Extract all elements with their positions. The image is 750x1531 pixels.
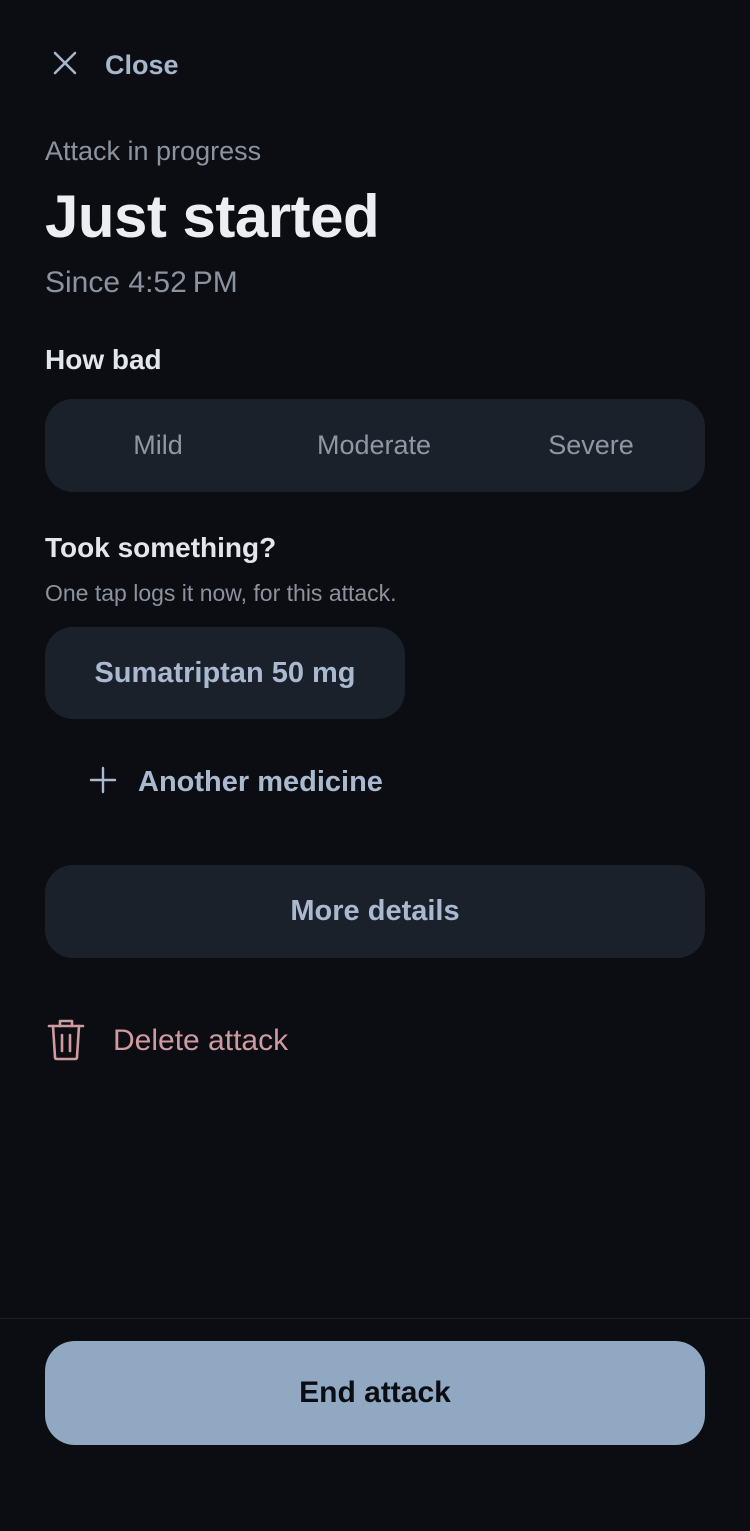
attack-screen: Close Attack in progress Just started Si… <box>0 0 750 1531</box>
close-button[interactable]: Close <box>45 40 179 90</box>
severity-selector: Mild Moderate Severe <box>45 399 705 492</box>
close-icon <box>45 43 85 88</box>
footer-divider <box>0 1318 750 1319</box>
more-details-button[interactable]: More details <box>45 865 705 958</box>
close-label: Close <box>105 49 179 80</box>
severity-option-severe[interactable]: Severe <box>477 430 705 461</box>
delete-attack-label: Delete attack <box>113 1024 289 1057</box>
page-title: Just started <box>45 183 380 250</box>
end-attack-button[interactable]: End attack <box>45 1341 705 1445</box>
severity-option-moderate[interactable]: Moderate <box>271 430 477 461</box>
medication-label: Took something? <box>45 532 277 563</box>
status-kicker: Attack in progress <box>45 136 262 166</box>
delete-attack-button[interactable]: Delete attack <box>45 1015 288 1067</box>
trash-icon <box>45 1016 87 1067</box>
quick-medication-button[interactable]: Sumatriptan 50 mg <box>45 627 405 719</box>
add-medicine-button[interactable]: Another medicine <box>88 758 383 806</box>
severity-option-mild[interactable]: Mild <box>45 430 271 461</box>
since-time: Since 4:52 PM <box>45 266 238 299</box>
severity-label: How bad <box>45 344 162 375</box>
plus-icon <box>88 765 118 800</box>
add-medicine-label: Another medicine <box>138 765 383 798</box>
medication-hint: One tap logs it now, for this attack. <box>45 580 397 606</box>
